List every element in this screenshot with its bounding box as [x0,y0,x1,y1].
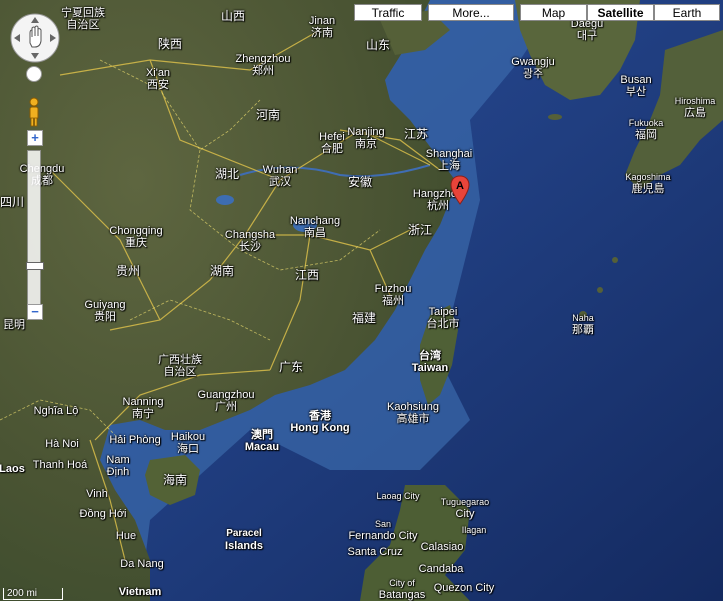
label-naha: Naha 那覇 [572,313,594,336]
zoom-out-button[interactable]: − [27,304,43,320]
label-hongkong: 香港 Hong Kong [290,410,350,434]
label-danang: Da Nang [120,558,164,570]
label-haikou: Haikou 海口 [170,431,206,455]
label-taiwan: 台湾 Taiwan [411,350,449,374]
label-nanning: Nanning 南宁 [122,396,164,420]
label-henan: 河南 [255,108,281,122]
traffic-button[interactable]: Traffic [354,4,422,21]
label-hanoi: Hà Noi [45,438,79,450]
label-fuzhou: Fuzhou 福州 [374,283,412,307]
label-thanhhoa: Thanh Hoá [32,459,88,471]
label-guangzhou: Guangzhou 广州 [197,389,255,413]
zoom-in-button[interactable]: + [27,130,43,146]
label-macau: 澳門 Macau [244,429,280,453]
label-hainan: 海南 [162,473,188,487]
label-jiangxi: 江西 [294,268,320,282]
label-guizhou: 贵州 [115,264,141,278]
label-kaohsiung: Kaohsiung 高雄市 [387,401,439,425]
label-donghoi: Đồng Hới [79,508,127,520]
label-namdinh: Nam Định [106,454,130,478]
pegman-icon[interactable] [25,97,43,127]
label-laoag: Laoag City [376,491,420,501]
label-hiroshima: Hiroshima 広島 [674,96,716,119]
label-changsha: Changsha 长沙 [224,229,276,253]
label-quezon: Quezon City [433,582,495,594]
label-nanchang: Nanchang 南昌 [289,215,341,239]
label-nghialo: Nghĩa Lộ [33,405,79,417]
label-kagoshima: Kagoshima 鹿児島 [625,172,671,195]
label-guangdong: 广东 [278,360,304,374]
label-hefei: Hefei 合肥 [319,131,345,155]
label-jiangsu: 江苏 [403,127,429,141]
label-shanghai: Shanghai 上海 [425,148,473,172]
more-button[interactable]: More... [428,4,514,21]
label-ilagan: Ilagan [461,525,487,535]
scale-bar: 200 mi [3,588,63,600]
label-wuhan: Wuhan 武汉 [262,164,298,188]
label-chongqing: Chongqing 重庆 [109,225,163,249]
label-zhengzhou: Zhengzhou 郑州 [235,53,291,77]
label-vinh: Vinh [86,488,108,500]
label-ningxia: 宁夏回族 自治区 [61,7,105,31]
marker-label: A [456,180,464,192]
label-candaba: Candaba [418,563,464,575]
label-paracel: Paracel Islands [225,528,263,552]
label-nanjing: Nanjing 南京 [347,126,385,150]
label-sanfernando: San Fernando City [348,519,418,542]
label-shaanxi: 陕西 [157,37,183,51]
label-fujian: 福建 [351,311,377,325]
map-button[interactable]: Map [520,4,587,21]
streetview-ring-icon[interactable] [26,66,42,82]
label-haiphong: Hải Phòng [109,434,161,446]
label-shandong: 山东 [365,38,391,52]
label-laos: Laos [0,463,25,475]
label-vietnam: Vietnam [118,586,162,598]
label-gwangju: Gwangju 광주 [511,56,555,80]
satellite-button[interactable]: Satellite [587,4,654,21]
label-busan: Busan 부산 [620,74,652,98]
label-kunming: 昆明 [3,319,25,331]
pan-control[interactable] [10,13,60,63]
label-hubei: 湖北 [214,167,240,181]
label-fukuoka: Fukuoka 福岡 [628,118,664,141]
satellite-map[interactable]: 宁夏回族 自治区 山西 陕西 Xi'an 西安 Zhengzhou 郑州 河南 Jin… [0,0,723,601]
label-batangas: City of Batangas [378,578,426,601]
zoom-slider-thumb[interactable] [26,262,44,270]
label-xian: Xi'an 西安 [145,67,171,91]
label-taipei: Taipei 台北市 [426,306,460,330]
label-tuguegarao: Tuguegarao City [440,497,490,520]
hand-icon [29,25,42,48]
label-zhejiang: 浙江 [407,223,433,237]
label-anhui: 安徽 [347,175,373,189]
label-sichuan: 四川 [0,195,25,209]
label-jinan: Jinan 济南 [308,15,336,39]
label-shanxi: 山西 [220,9,246,23]
label-guangxi: 广西壮族 自治区 [158,354,202,378]
label-hunan: 湖南 [209,264,235,278]
earth-button[interactable]: Earth [654,4,720,21]
label-guiyang: Guiyang 贵阳 [84,299,126,323]
label-calasiao: Calasiao [420,541,464,553]
zoom-slider-track[interactable] [27,150,41,316]
label-santacruz: Santa Cruz [347,546,403,558]
location-marker-a[interactable]: A [450,175,470,205]
label-hue: Hue [115,530,137,542]
